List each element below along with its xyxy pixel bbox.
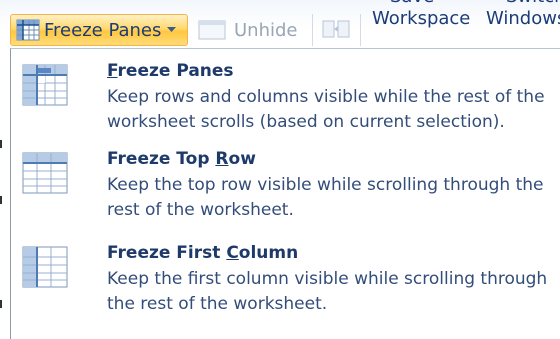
- edge-tick: [0, 140, 2, 148]
- ribbon-separator: [360, 14, 361, 46]
- menu-item-freeze-panes[interactable]: Freeze Panes Keep rows and columns visib…: [11, 61, 560, 151]
- freeze-panes-menu: Freeze Panes Keep rows and columns visib…: [10, 48, 560, 339]
- menu-item-description: Keep the first column visible while scro…: [107, 269, 548, 314]
- title-text: ow: [228, 149, 256, 169]
- freeze-panes-button[interactable]: Freeze Panes: [10, 14, 188, 46]
- switch-windows-label-line2: Windows: [486, 8, 560, 29]
- chevron-down-icon: [167, 27, 177, 32]
- title-text: reeze Panes: [117, 61, 234, 81]
- access-key: R: [215, 149, 229, 169]
- edge-tick: [0, 196, 2, 204]
- ribbon-window-group: Freeze Panes Unhide Save Workspace Switc…: [0, 0, 560, 50]
- access-key: C: [226, 243, 239, 263]
- menu-item-description: Keep the top row visible while scrolling…: [107, 175, 544, 220]
- menu-item-title: Freeze Top Row: [107, 149, 256, 169]
- unhide-button[interactable]: Unhide: [198, 16, 298, 44]
- unhide-window-icon: [198, 20, 226, 40]
- menu-item-title: Freeze First Column: [107, 243, 298, 263]
- menu-item-title: Freeze Panes: [107, 61, 234, 81]
- menu-item-description: Keep rows and columns visible while the …: [107, 87, 545, 132]
- title-text: Freeze First: [107, 243, 227, 263]
- title-text: olumn: [238, 243, 299, 263]
- menu-item-freeze-first-column[interactable]: Freeze First Column Keep the first colum…: [11, 243, 560, 327]
- access-key: F: [107, 61, 118, 81]
- save-workspace-label-line2: Workspace: [372, 8, 471, 29]
- freeze-first-column-icon: [22, 246, 68, 288]
- unhide-label: Unhide: [234, 19, 298, 41]
- save-workspace-label-line1: Save: [372, 0, 472, 8]
- edge-tick: [0, 300, 2, 308]
- freeze-panes-icon: [16, 19, 40, 41]
- switch-windows-label-line1: Switch: [486, 0, 560, 8]
- freeze-panes-icon: [22, 64, 68, 106]
- view-side-by-side-icon[interactable]: [322, 18, 350, 40]
- title-text: Freeze Top: [107, 149, 216, 169]
- freeze-panes-label: Freeze Panes: [44, 19, 162, 41]
- switch-windows-button[interactable]: Switch Windows: [486, 0, 560, 30]
- save-workspace-button[interactable]: Save Workspace: [372, 0, 472, 30]
- menu-item-freeze-top-row[interactable]: Freeze Top Row Keep the top row visible …: [11, 149, 560, 231]
- ribbon-separator: [312, 14, 313, 46]
- freeze-top-row-icon: [22, 152, 68, 194]
